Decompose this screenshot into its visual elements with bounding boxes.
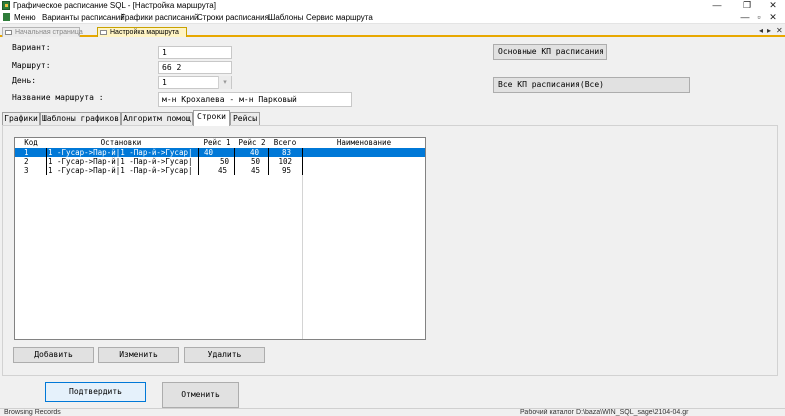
tab-rows[interactable]: Строки xyxy=(193,110,230,126)
cell-trip2[interactable]: 45 xyxy=(236,166,260,175)
tab-close-icon[interactable]: ✕ xyxy=(776,26,783,36)
add-button[interactable]: Добавить xyxy=(13,347,94,363)
cell-code[interactable]: 2 xyxy=(24,157,44,166)
column-header-name[interactable]: Наименование xyxy=(303,138,425,148)
tab-trips[interactable]: Рейсы xyxy=(230,112,260,125)
column-divider xyxy=(46,148,47,175)
column-divider xyxy=(302,148,303,175)
doc-tab-label: Начальная страница xyxy=(15,29,83,36)
app-icon xyxy=(2,1,10,10)
page-icon xyxy=(100,30,107,35)
cell-stops[interactable]: 1 -Гусар->Пар-й|1 -Пар-й->Гусар| xyxy=(48,166,198,175)
column-divider xyxy=(198,148,199,175)
menu-item-schedule-variants[interactable]: Варианты расписаний xyxy=(42,11,125,24)
cell-stops[interactable]: 1 -Гусар->Пар-й|1 -Пар-й->Гусар| xyxy=(48,148,198,157)
doc-tab-route-settings[interactable]: Настройка маршрута xyxy=(97,27,187,37)
column-header-trip1[interactable]: Рейс 1 xyxy=(199,138,235,148)
cell-trip2[interactable]: 40 xyxy=(236,148,259,157)
tab-next-icon[interactable]: ▸ xyxy=(767,26,771,36)
cancel-button[interactable]: Отменить xyxy=(162,382,239,408)
menu-item-route-service[interactable]: Сервис маршрута xyxy=(306,11,373,24)
column-header-trip2[interactable]: Рейс 2 xyxy=(235,138,269,148)
mdi-minimize-icon[interactable]: — xyxy=(738,12,752,23)
route-name-field[interactable]: м-н Крохалева - м-н Парковый xyxy=(158,92,352,107)
menu-item-schedule-rows[interactable]: Строки расписания xyxy=(197,11,269,24)
route-field[interactable]: 66 2 xyxy=(158,61,232,74)
tab-prev-icon[interactable]: ◂ xyxy=(759,26,763,36)
tab-algorithm[interactable]: Алгоритм помощ xyxy=(121,112,193,125)
menu-item-templates[interactable]: Шаблоны xyxy=(268,11,303,24)
status-working-dir: Рабочий каталог D:\baza\WIN_SQL_sage\210… xyxy=(520,409,689,416)
cell-trip1[interactable]: 50 xyxy=(200,157,229,166)
menu-item-schedule-graphs[interactable]: Графики расписаний xyxy=(121,11,199,24)
variant-label: Вариант: xyxy=(12,43,51,52)
cell-total[interactable]: 95 xyxy=(270,166,291,175)
all-kp-button[interactable]: Все КП расписания(Все) xyxy=(493,77,690,93)
day-label: День: xyxy=(12,76,37,85)
minimize-icon[interactable]: — xyxy=(705,0,729,11)
close-icon[interactable]: ✕ xyxy=(761,0,785,11)
column-header-total[interactable]: Всего xyxy=(269,138,301,148)
mdi-restore-icon[interactable]: ▫ xyxy=(752,12,766,23)
confirm-button[interactable]: Подтвердить xyxy=(45,382,146,402)
route-name-label: Название маршрута : xyxy=(12,93,104,102)
tab-graph-templates[interactable]: Шаблоны графиков xyxy=(40,112,121,125)
window-title: Графическое расписание SQL - [Настройка … xyxy=(13,1,216,10)
column-header-stops[interactable]: Остановки xyxy=(47,138,195,148)
status-text: Browsing Records xyxy=(4,409,61,416)
cell-trip1[interactable]: 45 xyxy=(200,166,227,175)
document-icon xyxy=(3,13,10,21)
column-divider xyxy=(302,175,303,339)
cell-trip2[interactable]: 50 xyxy=(236,157,260,166)
doc-tab-label: Настройка маршрута xyxy=(110,29,179,36)
doc-tab-start-page[interactable]: Начальная страница xyxy=(2,27,83,37)
column-header-code[interactable]: Код xyxy=(16,138,46,148)
column-divider xyxy=(234,148,235,175)
cell-code[interactable]: 3 xyxy=(24,166,44,175)
tab-graphs[interactable]: Графики xyxy=(2,112,40,125)
menu-item-menu[interactable]: Меню xyxy=(14,11,36,24)
cell-code[interactable]: 1 xyxy=(24,148,44,157)
main-kp-button[interactable]: Основные КП расписания xyxy=(493,44,607,60)
delete-button[interactable]: Удалить xyxy=(184,347,265,363)
cell-trip1[interactable]: 40 xyxy=(200,148,213,157)
restore-icon[interactable]: ❐ xyxy=(735,0,759,11)
cell-stops[interactable]: 1 -Гусар->Пар-й|1 -Пар-й->Гусар| xyxy=(48,157,198,166)
chevron-down-icon[interactable]: ▾ xyxy=(218,76,231,89)
route-label: Маршрут: xyxy=(12,61,51,70)
mdi-close-icon[interactable]: ✕ xyxy=(766,12,780,23)
variant-field[interactable]: 1 xyxy=(158,46,232,59)
page-icon xyxy=(5,30,12,35)
cell-total[interactable]: 83 xyxy=(270,148,291,157)
edit-button[interactable]: Изменить xyxy=(98,347,179,363)
cell-total[interactable]: 102 xyxy=(270,157,292,166)
column-divider xyxy=(268,148,269,175)
